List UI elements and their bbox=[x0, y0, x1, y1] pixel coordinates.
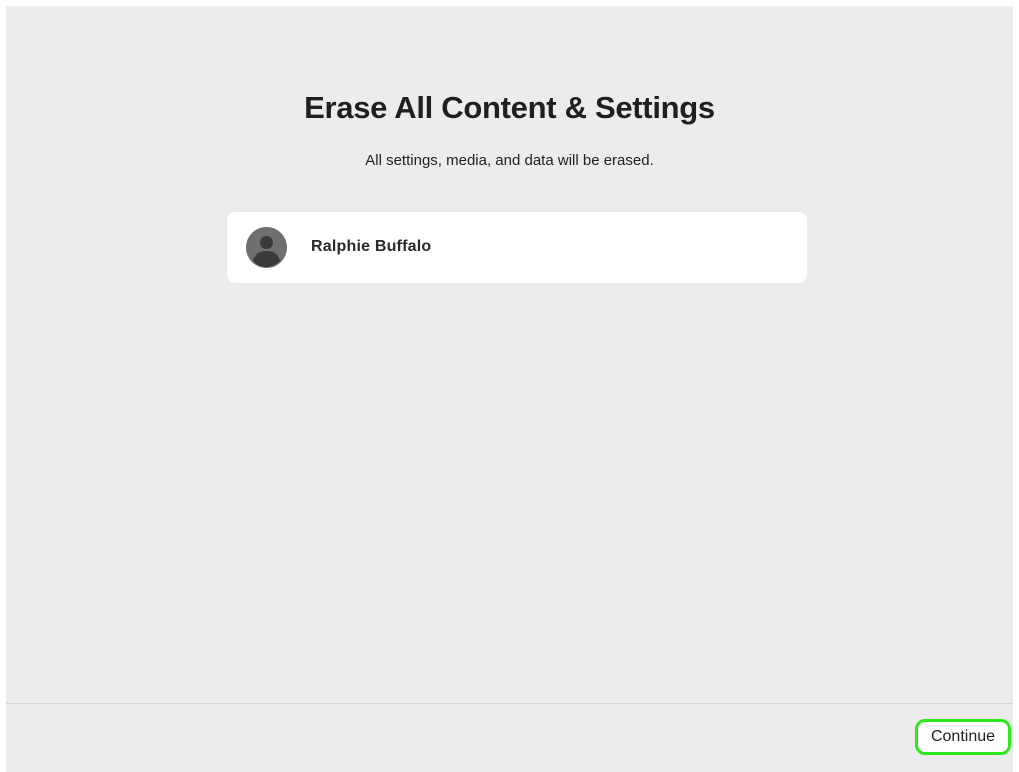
person-silhouette-icon bbox=[246, 227, 287, 268]
user-avatar bbox=[246, 227, 287, 268]
user-account-card: Ralphie Buffalo bbox=[227, 212, 807, 283]
continue-button[interactable]: Continue bbox=[915, 719, 1011, 755]
erase-assistant-window: Erase All Content & Settings All setting… bbox=[6, 6, 1013, 772]
page-subtitle: All settings, media, and data will be er… bbox=[365, 152, 654, 169]
main-content: Erase All Content & Settings All setting… bbox=[6, 6, 1013, 703]
footer-bar: Continue bbox=[6, 704, 1013, 772]
page-title: Erase All Content & Settings bbox=[304, 90, 715, 125]
user-name: Ralphie Buffalo bbox=[311, 238, 432, 255]
